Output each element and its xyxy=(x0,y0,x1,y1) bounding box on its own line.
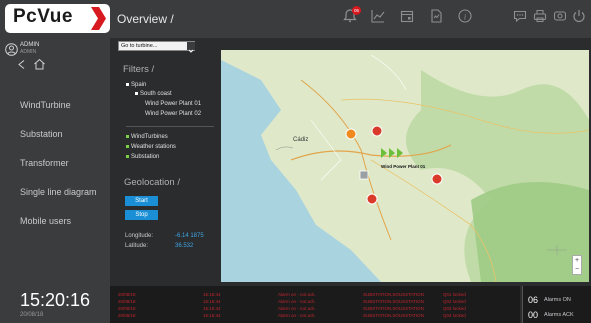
building-marker-icon[interactable] xyxy=(359,170,369,180)
zoom-out-button[interactable]: − xyxy=(573,266,581,275)
alarm-source: SUBSTATION.SOUSSTATION xyxy=(363,292,424,297)
sidebar-item-mobile-users[interactable]: Mobile users xyxy=(20,216,71,226)
alarms-on-label: Alarms ON xyxy=(544,297,571,303)
goto-turbine-select[interactable]: Go to turbine... xyxy=(118,41,195,53)
alarm-state: Alarm on - not ack. xyxy=(278,313,316,318)
calendar-icon[interactable] xyxy=(398,9,416,27)
user-avatar-icon[interactable] xyxy=(5,43,18,56)
alarm-time: 15:16:44 xyxy=(203,299,221,304)
alarm-date: 20/08/18 xyxy=(118,299,136,304)
alarm-time: 15:16:44 xyxy=(203,306,221,311)
sidebar-item-windturbine[interactable]: WindTurbine xyxy=(20,100,71,110)
alarm-counters: 06 Alarms ON 00 Alarms ACK xyxy=(522,286,591,323)
map-view[interactable]: Cádiz Wind Power Plant 01 + − xyxy=(221,50,589,282)
divider xyxy=(126,126,214,127)
info-icon[interactable]: i xyxy=(456,9,474,27)
alarms-on-count: 06 xyxy=(528,295,539,305)
latitude-label: Latitude: xyxy=(125,243,149,249)
layer-windturbines[interactable]: WindTurbines xyxy=(126,134,168,140)
report-document-icon[interactable] xyxy=(427,9,445,27)
latitude-value: 36.532 xyxy=(175,243,194,249)
back-arrow-icon[interactable] xyxy=(18,60,25,69)
alarm-state: Alarm on - not ack. xyxy=(278,306,316,311)
tree-item-plant-01[interactable]: Wind Power Plant 01 xyxy=(145,101,201,107)
alarms-ack-label: Alarms ACK xyxy=(544,312,574,318)
tree-item-spain[interactable]: Spain xyxy=(126,82,146,88)
pcvue-logo: PcVue xyxy=(5,4,110,33)
screen-capture-icon[interactable] xyxy=(551,9,569,27)
longitude-label: Longitude: xyxy=(125,233,154,239)
alarm-date: 20/08/18 xyxy=(118,292,136,297)
map-label-cadiz: Cádiz xyxy=(293,137,309,143)
page-title: Overview / xyxy=(117,12,174,26)
tree-label: South coast xyxy=(140,91,172,97)
tree-checkbox[interactable] xyxy=(135,91,138,95)
alarm-time: 15:16:44 xyxy=(203,292,221,297)
layer-substation[interactable]: Substation xyxy=(126,154,159,160)
alarm-message: Q03 locked xyxy=(443,306,466,311)
alarm-message: Q02 locked xyxy=(443,299,466,304)
alarm-message: Q01 locked xyxy=(443,292,466,297)
tree-label: Spain xyxy=(131,82,147,88)
alarms-ack-count: 00 xyxy=(528,310,539,320)
layer-checkbox[interactable] xyxy=(126,144,129,148)
stop-button[interactable]: Stop xyxy=(125,210,158,220)
goto-turbine-value: Go to turbine... xyxy=(121,43,158,49)
sidebar-item-single-line-diagram[interactable]: Single line diagram xyxy=(20,187,97,197)
map-label-wind-plant: Wind Power Plant 01 xyxy=(381,164,426,169)
alarm-message: Q04 locked xyxy=(443,313,466,318)
alarm-time: 15:16:44 xyxy=(203,313,221,318)
sidebar-item-transformer[interactable]: Transformer xyxy=(20,158,69,168)
map-zoom-control[interactable]: + − xyxy=(572,255,582,275)
alarm-state: Alarm on - not ack. xyxy=(278,292,316,297)
tree-checkbox[interactable] xyxy=(126,82,129,86)
top-bar: PcVue Overview / 06 i xyxy=(0,0,591,38)
start-button[interactable]: Start xyxy=(125,196,158,206)
logo-text: PcVue xyxy=(13,6,73,27)
tree-item-south-coast[interactable]: South coast xyxy=(135,91,172,97)
layer-weather-stations[interactable]: Weather stations xyxy=(126,144,176,150)
user-name: ADMIN xyxy=(20,42,40,48)
alarm-state: Alarm on - not ack. xyxy=(278,299,316,304)
longitude-value: -6.14 1875 xyxy=(175,233,204,239)
filters-title: Filters / xyxy=(123,64,155,75)
sidebar: ADMIN ADMIN WindTurbine Substation Trans… xyxy=(0,38,110,323)
zoom-in-button[interactable]: + xyxy=(573,256,581,265)
layer-checkbox[interactable] xyxy=(126,154,129,158)
layer-checkbox[interactable] xyxy=(126,134,129,138)
layer-label: WindTurbines xyxy=(131,134,168,140)
clock-time: 15:20:16 xyxy=(20,290,91,310)
alarm-date: 20/08/18 xyxy=(118,313,136,318)
printer-icon[interactable] xyxy=(531,9,549,27)
wind-turbine-markers-icon[interactable] xyxy=(381,148,407,158)
alarm-row[interactable]: 20/08/18 15:16:44 Alarm on - not ack. SU… xyxy=(118,299,466,304)
alarm-date: 20/08/18 xyxy=(118,306,136,311)
svg-text:i: i xyxy=(464,13,466,22)
alarm-source: SUBSTATION.SOUSSTATION xyxy=(363,306,424,311)
layer-label: Weather stations xyxy=(131,144,176,150)
alarm-source: SUBSTATION.SOUSSTATION xyxy=(363,313,424,318)
user-role: ADMIN xyxy=(20,49,37,55)
power-logout-icon[interactable] xyxy=(570,9,588,27)
alarm-row[interactable]: 20/08/18 15:16:44 Alarm on - not ack. SU… xyxy=(118,292,466,297)
logo-chevron-icon xyxy=(91,7,106,30)
substation-marker-icon[interactable] xyxy=(345,128,357,140)
chat-icon[interactable] xyxy=(511,9,529,27)
geolocation-title: Geolocation / xyxy=(124,177,180,188)
sidebar-item-substation[interactable]: Substation xyxy=(20,129,63,139)
tree-item-plant-02[interactable]: Wind Power Plant 02 xyxy=(145,111,201,117)
alarm-count-badge: 06 xyxy=(352,6,361,15)
clock-date: 20/08/18 xyxy=(20,312,44,318)
weather-station-marker-icon[interactable] xyxy=(431,173,443,185)
alarm-source: SUBSTATION.SOUSSTATION xyxy=(363,299,424,304)
weather-station-marker-icon[interactable] xyxy=(366,193,378,205)
trend-chart-icon[interactable] xyxy=(369,9,387,27)
home-icon[interactable] xyxy=(33,58,46,70)
weather-station-marker-icon[interactable] xyxy=(371,125,383,137)
alarm-row[interactable]: 20/08/18 15:16:44 Alarm on - not ack. SU… xyxy=(118,306,466,311)
chevron-down-icon xyxy=(187,42,195,53)
alarm-row[interactable]: 20/08/18 15:16:44 Alarm on - not ack. SU… xyxy=(118,313,466,318)
layer-label: Substation xyxy=(131,154,160,160)
